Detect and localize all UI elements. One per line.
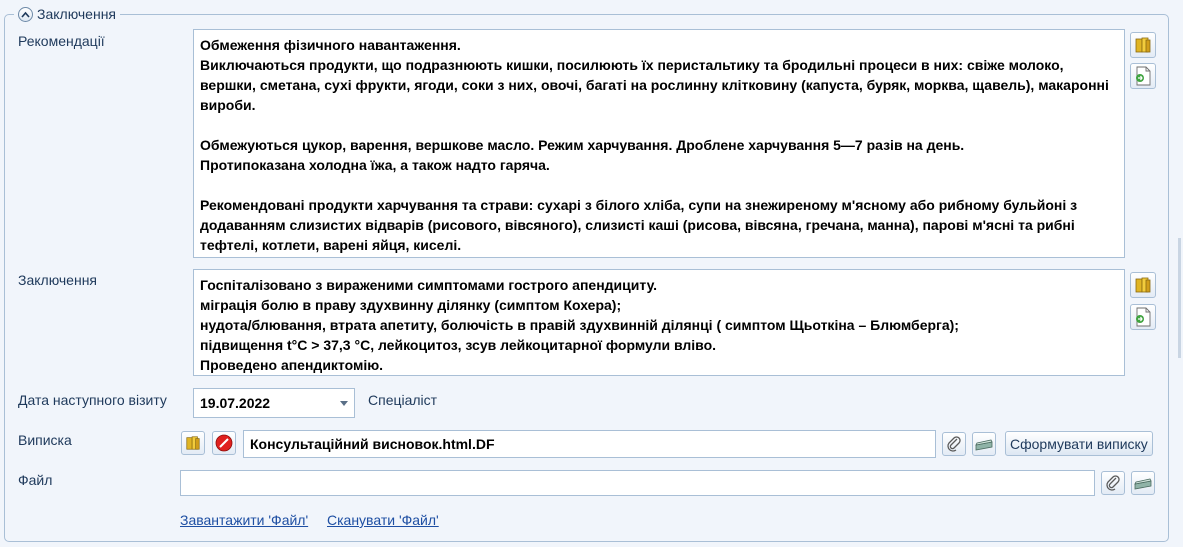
extract-scan-button[interactable]: [972, 432, 996, 456]
paperclip-icon: [1106, 475, 1120, 491]
conclusion-label: Заключення: [18, 272, 98, 288]
extract-template-button[interactable]: [181, 431, 205, 455]
file-scan-button[interactable]: [1131, 471, 1155, 495]
dropdown-button[interactable]: [334, 389, 354, 417]
scrollbar[interactable]: [1178, 238, 1181, 358]
insert-document-icon: [1136, 66, 1151, 86]
conclusion-insert-button[interactable]: [1130, 304, 1156, 330]
book-icon: [186, 436, 200, 450]
file-label: Файл: [18, 472, 53, 488]
group-title: Заключення: [37, 6, 117, 22]
specialist-label: Спеціаліст: [368, 392, 438, 408]
extract-label: Виписка: [18, 432, 72, 448]
book-icon: [1135, 37, 1151, 53]
chevron-down-icon: [340, 400, 348, 406]
scanner-icon: [975, 439, 993, 451]
collapse-button[interactable]: [18, 6, 33, 22]
extract-clear-button[interactable]: [212, 431, 236, 455]
recommendations-textarea[interactable]: Обмеження фізичного навантаження. Виключ…: [193, 29, 1125, 258]
next-visit-date-value: 19.07.2022: [200, 395, 271, 411]
file-field[interactable]: [180, 470, 1095, 496]
file-attach-button[interactable]: [1101, 471, 1125, 495]
recommendations-template-button[interactable]: [1130, 32, 1156, 58]
book-icon: [1135, 277, 1151, 293]
extract-file-field[interactable]: Консультаційний висновок.html.DF: [243, 430, 936, 458]
scanner-icon: [1134, 478, 1152, 490]
clear-red-icon: [215, 434, 233, 452]
chevron-up-icon: [21, 11, 30, 18]
paperclip-icon: [947, 436, 961, 452]
conclusion-textarea[interactable]: Госпіталізовано з вираженими симптомами …: [193, 269, 1125, 376]
upload-file-link[interactable]: Завантажити 'Файл': [180, 512, 308, 528]
scan-file-link[interactable]: Сканувати 'Файл': [327, 512, 439, 528]
insert-document-icon: [1136, 307, 1151, 327]
next-visit-label: Дата наступного візиту: [18, 392, 167, 408]
recommendations-insert-button[interactable]: [1130, 63, 1156, 89]
conclusion-template-button[interactable]: [1130, 272, 1156, 298]
conclusion-panel: Заключення Рекомендації Обмеження фізичн…: [0, 0, 1183, 547]
group-header: Заключення: [14, 4, 121, 24]
next-visit-date-picker[interactable]: 19.07.2022: [193, 388, 355, 418]
recommendations-label: Рекомендації: [18, 33, 105, 49]
extract-attach-button[interactable]: [942, 432, 966, 456]
generate-extract-button[interactable]: Сформувати виписку: [1005, 431, 1153, 456]
